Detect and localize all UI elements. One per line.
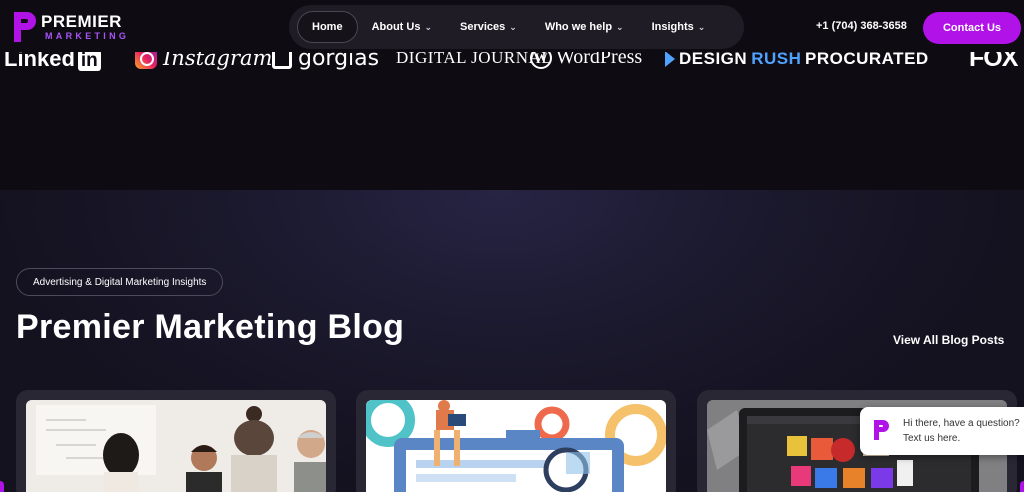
blog-card-image [26, 400, 326, 492]
chat-line-2: Text us here. [903, 433, 961, 444]
logo-name: PREMIER [41, 12, 122, 31]
carousel-next-handle[interactable] [1020, 481, 1024, 492]
logo-subtitle: MARKETING [45, 31, 130, 41]
nav-who-we-help[interactable]: Who we help ⌄ [531, 11, 638, 43]
chevron-down-icon: ⌄ [616, 22, 624, 32]
chat-line-1: Hi there, have a question? [903, 418, 1020, 429]
procurated-logo: PROCURATED [805, 49, 929, 68]
nav-home-label: Home [312, 21, 343, 33]
chevron-down-icon: ⌄ [697, 22, 706, 32]
designrush-design: DESIGN [679, 49, 748, 68]
carousel-prev-handle[interactable] [0, 481, 4, 492]
marketing-illustration [366, 400, 666, 492]
chevron-down-icon: ⌄ [424, 22, 432, 32]
premier-marketing-logo[interactable]: PREMIER MARKETING [10, 10, 140, 44]
linkedin-badge: in [77, 50, 101, 71]
phone-link[interactable]: +1 (704) 368-3658 [816, 20, 907, 32]
nav-home[interactable]: Home [297, 11, 358, 43]
nav-who-we-help-label: Who we help [544, 21, 613, 33]
chevron-down-icon: ⌄ [509, 22, 517, 32]
nav-services[interactable]: Services ⌄ [446, 11, 531, 43]
contact-us-button[interactable]: Contact Us [923, 12, 1021, 44]
nav-about-us-label: About Us [371, 21, 421, 33]
nav-insights-label: Insights [651, 21, 694, 33]
team-meeting-illustration [26, 400, 326, 492]
designrush-arrow-icon [665, 51, 675, 67]
designrush-rush: RUSH [751, 49, 802, 68]
blog-card[interactable] [16, 390, 336, 492]
main-nav: Home About Us ⌄ Services ⌄ Who we help ⌄… [289, 5, 744, 49]
blog-card[interactable] [356, 390, 676, 492]
site-header: PREMIER MARKETING Home About Us ⌄ Servic… [0, 0, 1024, 52]
blog-tag-pill: Advertising & Digital Marketing Insights [16, 268, 224, 296]
view-all-blog-posts-link[interactable]: View All Blog Posts [893, 333, 1004, 347]
nav-insights[interactable]: Insights ⌄ [638, 11, 720, 43]
nav-services-label: Services [460, 21, 506, 33]
blog-title: Premier Marketing Blog [16, 308, 405, 346]
p-logo-icon [874, 420, 889, 440]
p-logo-icon [14, 12, 36, 42]
designrush-logo: DESIGN RUSH [665, 49, 801, 69]
chat-message: Hi there, have a question? Text us here. [903, 416, 1021, 446]
chat-widget[interactable]: Hi there, have a question? Text us here. [860, 407, 1024, 455]
blog-card-image [366, 400, 666, 492]
nav-about-us[interactable]: About Us ⌄ [358, 11, 446, 43]
